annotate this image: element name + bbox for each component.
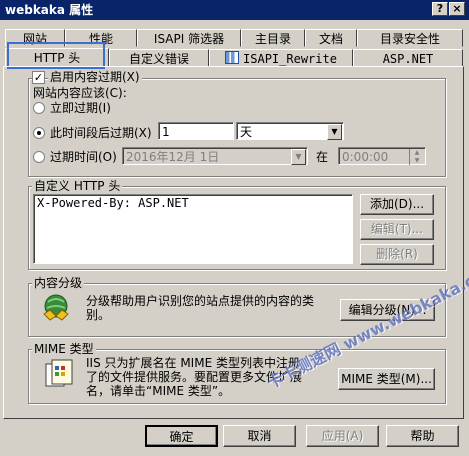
custom-headers-legend: 自定义 HTTP 头	[32, 179, 123, 193]
tab-isapi-rewrite[interactable]: ISAPI_Rewrite	[209, 49, 353, 67]
at-label: 在	[316, 150, 329, 164]
expire-time-value: 0:00:00	[342, 150, 389, 164]
rating-icon	[40, 292, 72, 324]
highlight-box	[7, 42, 105, 69]
enable-expiration-checkbox[interactable]: ✓	[32, 71, 45, 84]
tab-home-directory[interactable]: 主目录	[241, 29, 305, 47]
apply-button[interactable]: 应用(A)	[306, 425, 379, 447]
chevron-down-icon: ▼	[327, 124, 342, 140]
expire-after-input[interactable]: 1	[158, 122, 234, 140]
expire-date-picker[interactable]: 2016年12月 1日 ▼	[122, 147, 308, 165]
expire-date-value: 2016年12月 1日	[126, 150, 220, 164]
radio-expire-immediately[interactable]	[33, 102, 45, 114]
tab-directory-security[interactable]: 目录安全性	[357, 29, 463, 47]
isapi-rewrite-label: ISAPI_Rewrite	[243, 52, 337, 66]
delete-header-button[interactable]: 删除(R)	[360, 244, 434, 265]
tab-custom-errors[interactable]: 自定义错误	[109, 49, 209, 67]
radio-expire-after[interactable]	[33, 127, 45, 139]
ok-button[interactable]: 确定	[145, 425, 218, 447]
should-label: 网站内容应该(C):	[33, 86, 127, 100]
close-button[interactable]: ×	[449, 2, 465, 16]
expire-on-label: 过期时间(O)	[50, 150, 117, 164]
enable-expiration-label: 启用内容过期(X)	[48, 70, 142, 84]
help-button[interactable]: ?	[432, 2, 448, 16]
radio-expire-on[interactable]	[33, 151, 45, 163]
add-header-button[interactable]: 添加(D)...	[360, 194, 434, 215]
expire-unit-value: 天	[240, 125, 253, 139]
expire-time-input[interactable]: 0:00:00 ▲ ▼	[338, 147, 426, 165]
expire-after-label: 此时间段后过期(X)	[50, 126, 152, 140]
title-bar: webkaka 属性 ? ×	[0, 0, 469, 20]
edit-header-button[interactable]: 编辑(T)...	[360, 219, 434, 240]
mime-icon	[42, 358, 74, 390]
window-title: webkaka 属性	[5, 3, 94, 17]
tab-aspnet[interactable]: ASP.NET	[353, 49, 463, 67]
tab-documents[interactable]: 文档	[305, 29, 357, 47]
chevron-down-icon: ▼	[291, 149, 306, 165]
isapi-rewrite-icon	[225, 51, 240, 64]
mime-legend: MIME 类型	[32, 342, 96, 356]
rating-desc-line2: 别。	[86, 308, 111, 322]
expire-immediately-label: 立即过期(I)	[50, 101, 111, 115]
rating-description: 分级帮助用户识别您的站点提供的内容的类 别。	[86, 294, 314, 322]
mime-types-button[interactable]: MIME 类型(M)...	[338, 368, 435, 390]
custom-headers-list[interactable]: X-Powered-By: ASP.NET	[33, 194, 353, 264]
header-item[interactable]: X-Powered-By: ASP.NET	[37, 195, 352, 211]
tab-isapi-filters[interactable]: ISAPI 筛选器	[137, 29, 241, 47]
expire-unit-select[interactable]: 天 ▼	[236, 122, 344, 140]
cancel-button[interactable]: 取消	[223, 425, 296, 447]
content-rating-legend: 内容分级	[32, 276, 85, 290]
rating-desc-line1: 分级帮助用户识别您的站点提供的内容的类	[86, 294, 315, 308]
spinner-icon: ▲ ▼	[409, 149, 424, 165]
help-footer-button[interactable]: 帮助	[386, 425, 459, 447]
